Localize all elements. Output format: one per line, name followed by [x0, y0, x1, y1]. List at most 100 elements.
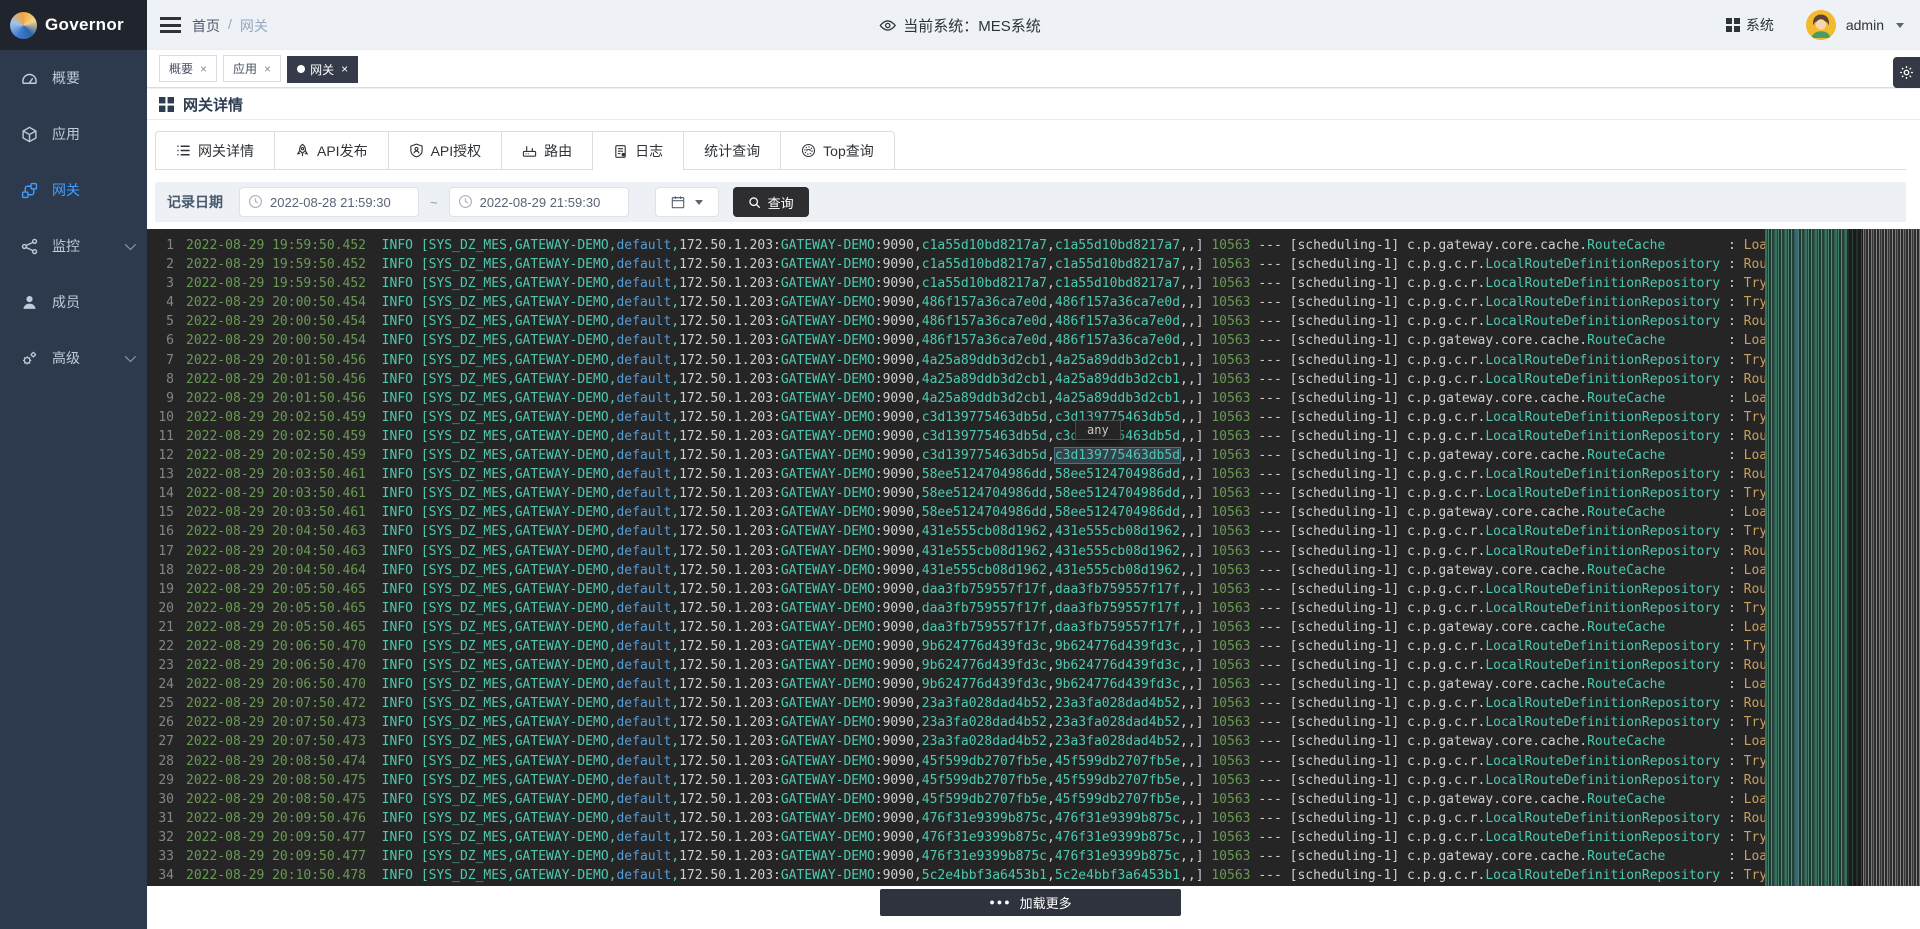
- log-line[interactable]: 82022-08-29 20:01:50.456 INFO [SYS_DZ_ME…: [147, 370, 1765, 389]
- line-number: 22: [147, 637, 174, 656]
- user-name[interactable]: admin: [1846, 17, 1884, 33]
- line-number: 14: [147, 484, 174, 503]
- tab-日志[interactable]: 日志: [593, 131, 684, 170]
- monitor-icon: [21, 238, 38, 255]
- log-line[interactable]: 152022-08-29 20:03:50.461 INFO [SYS_DZ_M…: [147, 503, 1765, 522]
- log-editor[interactable]: 12022-08-29 19:59:50.452 INFO [SYS_DZ_ME…: [147, 229, 1920, 886]
- eye-icon: [879, 17, 896, 34]
- tab-API授权[interactable]: API授权: [389, 131, 503, 169]
- sidebar-item-网关[interactable]: 网关: [0, 162, 147, 218]
- tag-chip-概要[interactable]: 概要×: [159, 55, 217, 82]
- log-line[interactable]: 11 2022-08-29 20:02:50.459 INFO [SYS_DZ_M…: [147, 427, 1765, 446]
- log-line[interactable]: 142022-08-29 20:03:50.461 INFO [SYS_DZ_M…: [147, 484, 1765, 503]
- tab-label: API发布: [317, 141, 368, 161]
- tab-路由[interactable]: 路由: [502, 131, 593, 169]
- log-line[interactable]: 292022-08-29 20:08:50.475 INFO [SYS_DZ_M…: [147, 771, 1765, 790]
- log-line[interactable]: 102022-08-29 20:02:50.459 INFO [SYS_DZ_M…: [147, 408, 1765, 427]
- log-line[interactable]: 72022-08-29 20:01:50.456 INFO [SYS_DZ_ME…: [147, 351, 1765, 370]
- line-number: 23: [147, 656, 174, 675]
- log-line[interactable]: 172022-08-29 20:04:50.463 INFO [SYS_DZ_M…: [147, 542, 1765, 561]
- sidebar-item-应用[interactable]: 应用: [0, 106, 147, 162]
- log-line[interactable]: 52022-08-29 20:00:50.454 INFO [SYS_DZ_ME…: [147, 312, 1765, 331]
- line-number: 11: [147, 427, 174, 446]
- close-icon[interactable]: ×: [200, 62, 207, 76]
- line-number: 29: [147, 771, 174, 790]
- tab-统计查询[interactable]: 统计查询: [684, 131, 781, 169]
- log-line[interactable]: 282022-08-29 20:08:50.474 INFO [SYS_DZ_M…: [147, 752, 1765, 771]
- log-line[interactable]: 42022-08-29 20:00:50.454 INFO [SYS_DZ_ME…: [147, 293, 1765, 312]
- log-line[interactable]: 252022-08-29 20:07:50.472 INFO [SYS_DZ_M…: [147, 694, 1765, 713]
- line-number: 21: [147, 618, 174, 637]
- line-number: 9: [147, 389, 174, 408]
- log-line[interactable]: 92022-08-29 20:01:50.456 INFO [SYS_DZ_ME…: [147, 389, 1765, 408]
- log-line-text: 2022-08-29 20:10:50.478 INFO [SYS_DZ_MES…: [186, 868, 1765, 883]
- log-line-text: 2022-08-29 20:09:50.477 INFO [SYS_DZ_MES…: [186, 830, 1765, 845]
- tag-chip-应用[interactable]: 应用×: [223, 55, 281, 82]
- log-line-text: 2022-08-29 20:03:50.461 INFO [SYS_DZ_MES…: [186, 505, 1765, 520]
- end-date-input[interactable]: [449, 187, 629, 217]
- log-line[interactable]: 232022-08-29 20:06:50.470 INFO [SYS_DZ_M…: [147, 656, 1765, 675]
- log-line[interactable]: 12022-08-29 19:59:50.452 INFO [SYS_DZ_ME…: [147, 236, 1765, 255]
- line-number: 30: [147, 790, 174, 809]
- avatar[interactable]: [1806, 10, 1836, 40]
- log-line[interactable]: 62022-08-29 20:00:50.454 INFO [SYS_DZ_ME…: [147, 331, 1765, 350]
- load-more-button[interactable]: ●●● 加载更多: [880, 889, 1181, 916]
- log-icon: [613, 144, 628, 159]
- log-line[interactable]: 212022-08-29 20:05:50.465 INFO [SYS_DZ_M…: [147, 618, 1765, 637]
- log-line[interactable]: 122022-08-29 20:02:50.459 INFO [SYS_DZ_M…: [147, 446, 1765, 465]
- sidebar-item-概要[interactable]: 概要: [0, 50, 147, 106]
- navbar-right: 系统 admin: [1726, 0, 1904, 50]
- log-line-text: 2022-08-29 20:06:50.470 INFO [SYS_DZ_MES…: [186, 639, 1765, 654]
- log-line[interactable]: 262022-08-29 20:07:50.473 INFO [SYS_DZ_M…: [147, 713, 1765, 732]
- log-line[interactable]: 162022-08-29 20:04:50.463 INFO [SYS_DZ_M…: [147, 522, 1765, 541]
- log-line-text: 2022-08-29 20:02:50.459 INFO [SYS_DZ_MES…: [186, 429, 1765, 444]
- log-line-text: 2022-08-29 20:04:50.463 INFO [SYS_DZ_MES…: [186, 524, 1765, 539]
- sidebar-item-成员[interactable]: 成员: [0, 274, 147, 330]
- log-line-text: 2022-08-29 20:09:50.476 INFO [SYS_DZ_MES…: [186, 811, 1765, 826]
- tab-label: 统计查询: [704, 141, 760, 161]
- log-line[interactable]: 192022-08-29 20:05:50.465 INFO [SYS_DZ_M…: [147, 580, 1765, 599]
- sidebar-item-label: 概要: [52, 68, 80, 88]
- log-line[interactable]: 27 2022-08-29 20:07:50.473 INFO [SYS_DZ_M…: [147, 732, 1765, 751]
- system-switch[interactable]: 系统: [1726, 15, 1774, 35]
- log-line[interactable]: 302022-08-29 20:08:50.475 INFO [SYS_DZ_M…: [147, 790, 1765, 809]
- log-line[interactable]: 132022-08-29 20:03:50.461 INFO [SYS_DZ_M…: [147, 465, 1765, 484]
- minimap[interactable]: [1765, 229, 1920, 886]
- tab-API发布[interactable]: API发布: [275, 131, 389, 169]
- sidebar-item-高级[interactable]: 高级: [0, 330, 147, 386]
- log-line[interactable]: 312022-08-29 20:09:50.476 INFO [SYS_DZ_M…: [147, 809, 1765, 828]
- line-number: 17: [147, 542, 174, 561]
- sidebar-item-监控[interactable]: 监控: [0, 218, 147, 274]
- filter-label: 记录日期: [167, 192, 223, 212]
- hamburger-icon[interactable]: [160, 17, 181, 33]
- tab-网关详情[interactable]: 网关详情: [155, 131, 275, 169]
- log-line-text: 2022-08-29 20:07:50.473 INFO [SYS_DZ_MES…: [186, 734, 1765, 749]
- query-button[interactable]: 查询: [733, 187, 809, 217]
- minimap-text-band: [1765, 229, 1847, 886]
- breadcrumb-home[interactable]: 首页: [192, 16, 220, 36]
- close-icon[interactable]: ×: [341, 62, 348, 76]
- chevron-down-icon[interactable]: [1896, 23, 1904, 28]
- page-header: 网关详情: [147, 89, 1920, 120]
- close-icon[interactable]: ×: [264, 62, 271, 76]
- sidebar-item-label: 应用: [52, 124, 80, 144]
- log-line[interactable]: 322022-08-29 20:09:50.477 INFO [SYS_DZ_M…: [147, 828, 1765, 847]
- start-date-input[interactable]: [239, 187, 419, 217]
- log-line[interactable]: 32022-08-29 19:59:50.452 INFO [SYS_DZ_ME…: [147, 274, 1765, 293]
- log-line[interactable]: 242022-08-29 20:06:50.470 INFO [SYS_DZ_M…: [147, 675, 1765, 694]
- clock-icon: [248, 194, 263, 209]
- tab-Top查询[interactable]: Top查询: [781, 131, 895, 169]
- log-line[interactable]: 22022-08-29 19:59:50.452 INFO [SYS_DZ_ME…: [147, 255, 1765, 274]
- log-line[interactable]: 202022-08-29 20:05:50.465 INFO [SYS_DZ_M…: [147, 599, 1765, 618]
- query-button-label: 查询: [768, 193, 794, 212]
- theme-settings-button[interactable]: [1893, 57, 1920, 88]
- line-number: 27: [147, 732, 174, 751]
- log-line[interactable]: 332022-08-29 20:09:50.477 INFO [SYS_DZ_M…: [147, 847, 1765, 866]
- minimap-gap-band: [1847, 229, 1863, 886]
- log-line[interactable]: 182022-08-29 20:04:50.464 INFO [SYS_DZ_M…: [147, 561, 1765, 580]
- quick-range-dropdown-button[interactable]: [655, 187, 719, 217]
- current-system-indicator: 当前系统：MES系统: [879, 0, 1041, 50]
- log-line[interactable]: 22 2022-08-29 20:06:50.470 INFO [SYS_DZ_M…: [147, 637, 1765, 656]
- log-line[interactable]: 342022-08-29 20:10:50.478 INFO [SYS_DZ_M…: [147, 866, 1765, 885]
- tag-chip-网关[interactable]: 网关×: [287, 56, 358, 83]
